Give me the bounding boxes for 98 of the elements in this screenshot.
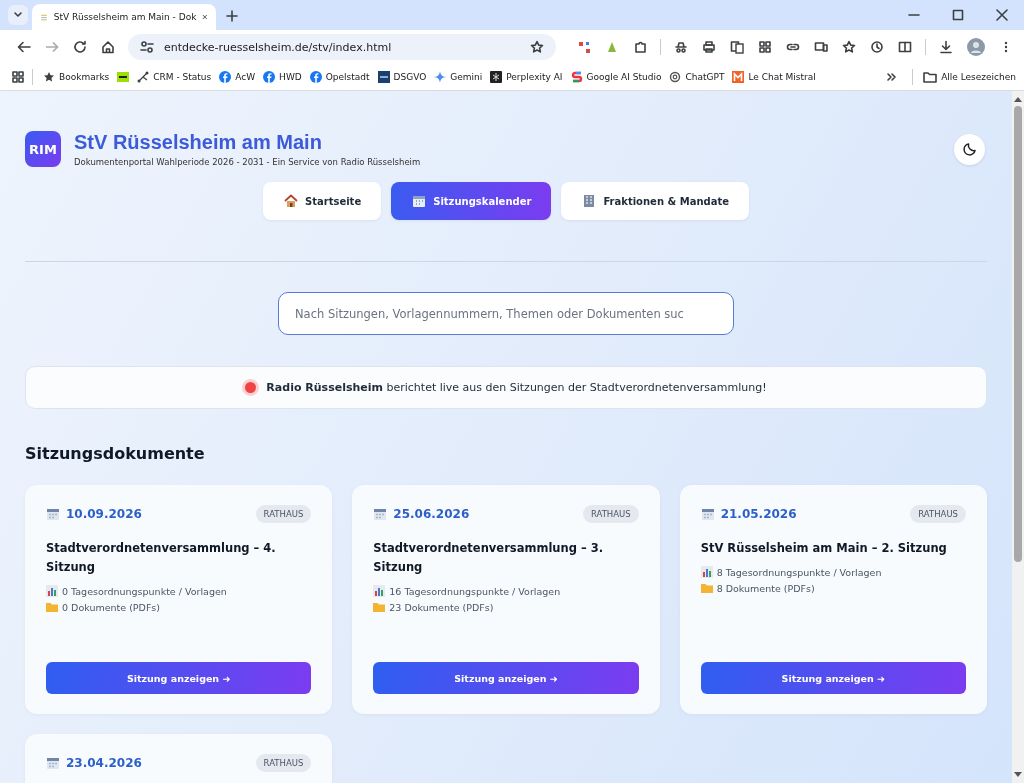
chevrons-icon[interactable]	[886, 71, 899, 83]
address-bar[interactable]: entdecke-ruesselsheim.de/stv/index.html	[128, 34, 557, 60]
agenda-count: 16 Tagesordnungspunkte / Vorlagen	[389, 585, 561, 597]
m-logo-icon	[732, 71, 745, 83]
bookmark[interactable]: Gemini	[430, 67, 487, 87]
translate-icon[interactable]	[730, 40, 745, 54]
show-session-button[interactable]: Sitzung anzeigen ➜	[46, 662, 312, 694]
bar-chart-icon	[373, 585, 386, 597]
session-title: Stadtverordnetenversammlung – 3. Sitzung	[373, 540, 605, 576]
dark-square-icon	[377, 71, 390, 83]
bookmark[interactable]: HWD	[259, 67, 306, 87]
show-session-button[interactable]: Sitzung anzeigen ➜	[373, 662, 639, 694]
star-icon[interactable]	[842, 40, 857, 54]
location-tag: RATHAUS	[582, 505, 639, 523]
moon-icon	[961, 141, 978, 157]
session-date: 21.05.2026	[720, 507, 797, 521]
calendar-icon	[46, 507, 60, 521]
agenda-count: 8 Tagesordnungspunkte / Vorlagen	[716, 566, 882, 578]
calendar-icon	[411, 193, 428, 209]
new-tab-icon[interactable]	[226, 10, 238, 22]
banner-text: Radio Rüsselsheim berichtet live aus den Sitzungen der Stadtverordnetenversammlung!	[266, 381, 767, 394]
document-count: 8 Dokumente (PDFs)	[716, 582, 815, 594]
square-icon	[117, 71, 130, 83]
session-date: 25.06.2026	[393, 507, 470, 521]
session-date: 10.09.2026	[66, 507, 142, 521]
calendar-icon	[700, 507, 715, 521]
site-subtitle: Dokumentenportal Wahlperiode 2026 - 2031 - Ein Service von Radio Rüsselsheim	[74, 157, 422, 167]
reading-icon[interactable]	[898, 40, 913, 54]
browser-tab[interactable]: StV Rüsselsheim am Main - Dok	[32, 4, 216, 30]
bookmark[interactable]: CRM - Status	[133, 67, 216, 87]
star-icon	[43, 71, 55, 83]
network-icon	[137, 71, 150, 83]
qr-code-icon[interactable]	[758, 40, 773, 54]
bar-chart-icon	[700, 566, 713, 578]
star-icon[interactable]	[530, 40, 545, 54]
facebook-icon	[219, 71, 232, 83]
session-title: Stadtverordnetenversammlung – 4. Sitzung	[46, 540, 277, 576]
location-tag: RATHAUS	[255, 754, 312, 772]
logo: RIM	[25, 131, 61, 167]
session-title: StV Rüsselsheim am Main – 2. Sitzung	[700, 540, 948, 557]
bookmark-folder[interactable]: Alle Lesezeichen	[919, 67, 1020, 87]
search-field[interactable]: Nach Sitzungen, Vorlagennummern, Themen oder Dokumenten suc	[278, 292, 734, 335]
folder-icon	[700, 582, 713, 594]
document-count: 0 Dokumente (PDFs)	[62, 601, 160, 613]
folder-icon	[46, 601, 58, 613]
bookmark[interactable]: Perplexity AI	[486, 67, 567, 87]
bookmark[interactable]: ChatGPT	[665, 67, 729, 87]
puzzle-icon[interactable]	[633, 40, 648, 54]
tab-search-button[interactable]	[8, 5, 28, 25]
close-icon[interactable]	[202, 12, 208, 22]
bookmark[interactable]: DSGVO	[373, 67, 431, 87]
site-title: StV Rüsselsheim am Main	[74, 131, 323, 154]
house-icon	[283, 193, 299, 209]
maximize-icon[interactable]	[952, 9, 964, 21]
agenda-count: 0 Tagesordnungspunkte / Vorlagen	[62, 585, 227, 597]
facebook-icon	[263, 71, 276, 83]
nav-tab[interactable]: Sitzungskalender	[391, 182, 552, 220]
scroll-up-icon	[1014, 96, 1022, 102]
calendar-icon	[46, 756, 60, 770]
download-icon[interactable]	[939, 40, 953, 54]
bookmark[interactable]: Bookmarks	[39, 67, 114, 87]
history-icon[interactable]	[870, 40, 885, 54]
document-count: 23 Dokumente (PDFs)	[389, 601, 494, 613]
colored-s-icon	[570, 71, 583, 83]
facebook-icon	[309, 71, 322, 83]
bookmark[interactable]: Opelstadt	[305, 67, 374, 87]
print-icon[interactable]	[702, 40, 717, 54]
scrollbar[interactable]	[1012, 91, 1024, 783]
bar-chart-icon	[46, 585, 58, 597]
live-dot-icon	[245, 382, 257, 393]
back-icon[interactable]	[17, 40, 31, 54]
folder-icon	[923, 71, 938, 83]
apps-icon[interactable]	[12, 71, 24, 83]
dark-square-icon	[490, 71, 503, 83]
dark-mode-button[interactable]	[954, 133, 985, 165]
scroll-down-icon	[1014, 772, 1022, 778]
bookmark[interactable]: Google AI Studio	[566, 67, 666, 87]
chevron-icon	[13, 10, 23, 20]
bookmark[interactable]: Le Chat Mistral	[728, 67, 820, 87]
location-tag: RATHAUS	[910, 505, 966, 523]
location-tag: RATHAUS	[255, 505, 312, 523]
folder-icon	[373, 601, 386, 613]
sparkle-icon	[434, 71, 447, 83]
devices-icon[interactable]	[814, 40, 829, 54]
session-date: 23.04.2026	[66, 756, 142, 770]
bookmark[interactable]: AcW	[215, 67, 260, 87]
avatar-icon[interactable]	[967, 38, 985, 56]
close-icon[interactable]	[996, 9, 1008, 21]
home-icon[interactable]	[101, 40, 115, 54]
scrollbar-thumb[interactable]	[1014, 106, 1022, 562]
incognito-icon[interactable]	[674, 40, 689, 54]
site-settings-icon	[140, 40, 154, 54]
calendar-icon	[373, 507, 388, 521]
nav-tab[interactable]: Fraktionen & Mandate	[561, 182, 749, 220]
reload-icon[interactable]	[73, 40, 87, 54]
show-session-button[interactable]: Sitzung anzeigen ➜	[700, 662, 966, 694]
section-heading: Sitzungsdokumente	[25, 444, 206, 463]
nav-tab[interactable]: Startseite	[263, 182, 382, 220]
